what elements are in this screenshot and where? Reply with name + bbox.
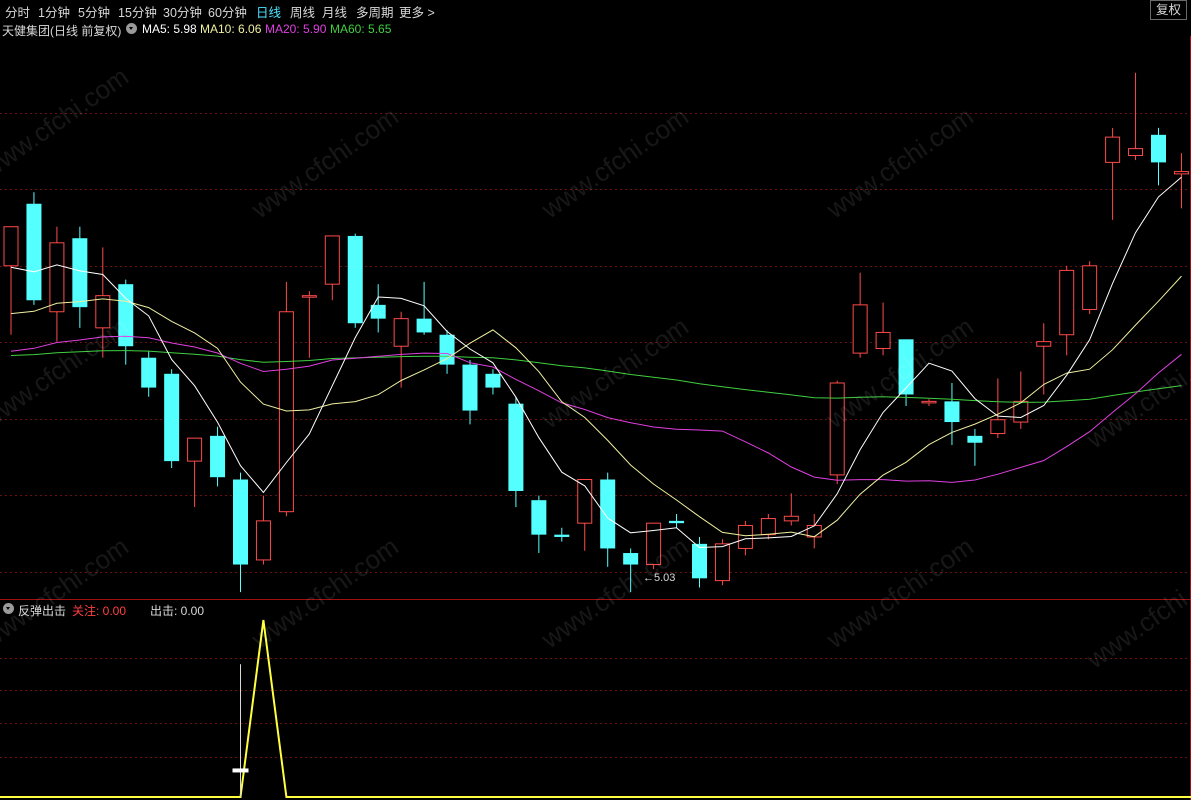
period-tab-7[interactable]: 周线 xyxy=(290,2,315,21)
period-tab-5[interactable]: 60分钟 xyxy=(208,2,247,21)
candle xyxy=(1013,371,1029,429)
ma60-value: MA60: 5.65 xyxy=(330,22,392,36)
candle xyxy=(623,548,639,593)
ma5-line xyxy=(10,176,1182,549)
candle xyxy=(600,472,616,567)
restore-rights-button[interactable]: 复权 xyxy=(1149,0,1187,20)
candle xyxy=(416,281,432,335)
candle xyxy=(921,399,937,406)
candle xyxy=(278,281,294,517)
candle xyxy=(990,378,1006,439)
period-tab-2[interactable]: 5分钟 xyxy=(78,2,110,21)
candle xyxy=(187,437,203,508)
candle xyxy=(1082,261,1098,315)
candle xyxy=(301,291,317,358)
candle xyxy=(210,426,226,487)
candle xyxy=(3,226,19,335)
candle xyxy=(164,369,180,469)
period-tab-1[interactable]: 1分钟 xyxy=(38,2,70,21)
candle xyxy=(669,513,685,528)
candle xyxy=(347,233,363,328)
indicator-chart xyxy=(0,600,1191,800)
candle xyxy=(737,520,753,556)
period-tab-0[interactable]: 分时 xyxy=(5,2,30,21)
period-tab-10[interactable]: 更多 > xyxy=(399,2,435,21)
candle xyxy=(95,247,111,358)
period-tab-3[interactable]: 15分钟 xyxy=(118,2,157,21)
candle xyxy=(49,226,65,342)
candle xyxy=(462,360,478,425)
low-price-marker: ←5.03 xyxy=(643,572,676,584)
candle xyxy=(393,311,409,388)
candle xyxy=(233,472,248,593)
candle xyxy=(898,339,914,406)
candle xyxy=(1105,127,1121,220)
candle xyxy=(531,495,547,554)
candle xyxy=(370,284,386,333)
candle xyxy=(255,495,271,565)
candle xyxy=(577,479,593,551)
indicator-marker xyxy=(232,768,249,773)
period-tab-4[interactable]: 30分钟 xyxy=(163,2,202,21)
candle xyxy=(967,428,983,466)
candle xyxy=(485,369,501,395)
main-settings-icon[interactable] xyxy=(126,23,137,34)
candle xyxy=(829,380,845,485)
candle xyxy=(1036,323,1052,395)
ma10-line xyxy=(10,275,1182,538)
ma20-line xyxy=(10,335,1182,483)
candle xyxy=(1128,72,1144,161)
candle xyxy=(508,396,524,508)
indicator-line xyxy=(0,619,1191,798)
candle xyxy=(692,536,707,588)
candle xyxy=(26,192,42,305)
ma20-value: MA20: 5.90 xyxy=(265,22,327,36)
candle xyxy=(324,235,340,301)
candle xyxy=(875,302,891,356)
candlestick-chart xyxy=(0,36,1191,599)
candle xyxy=(760,513,776,540)
candle xyxy=(783,493,799,526)
ma5-value: MA5: 5.98 xyxy=(142,22,197,36)
candle xyxy=(72,226,88,328)
candle xyxy=(852,272,868,358)
period-tab-6[interactable]: 日线 xyxy=(256,2,281,21)
period-tab-8[interactable]: 月线 xyxy=(322,2,347,21)
period-tab-9[interactable]: 多周期 xyxy=(356,2,394,21)
candle xyxy=(554,527,570,542)
period-toolbar: 分时 1分钟 5分钟 15分钟 30分钟 60分钟 日线 周线 月线 多周期 更多 > xyxy=(0,0,1191,20)
ma10-value: MA10: 6.06 xyxy=(200,22,262,36)
candle xyxy=(439,330,455,374)
candle xyxy=(141,350,157,397)
candle xyxy=(1151,127,1166,186)
candle xyxy=(1059,265,1075,356)
